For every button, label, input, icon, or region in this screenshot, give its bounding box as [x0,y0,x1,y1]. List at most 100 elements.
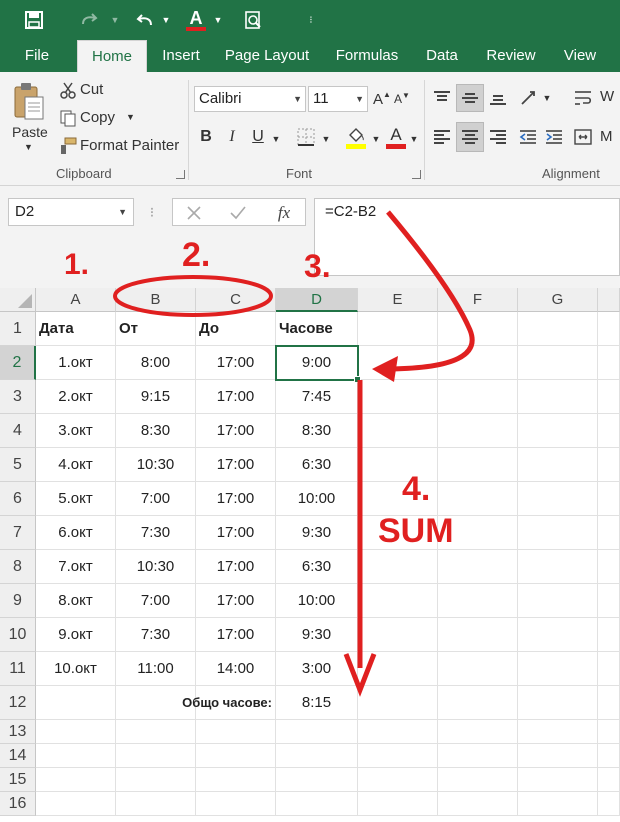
italic-button[interactable]: I [222,124,242,150]
cell-c1[interactable]: До [196,312,276,346]
cell[interactable] [598,482,620,516]
row-header-5[interactable]: 5 [0,448,36,482]
cell[interactable] [598,448,620,482]
cell[interactable] [518,414,598,448]
row-header-4[interactable]: 4 [0,414,36,448]
total-value-cell[interactable]: 8:15 [276,686,358,720]
merge-center-icon[interactable] [572,124,594,150]
cell[interactable] [358,380,438,414]
column-header-d[interactable]: D [276,288,358,312]
align-right-icon[interactable] [486,124,510,150]
cell-a11[interactable]: 10.окт [36,652,116,686]
orientation-icon[interactable] [516,86,542,110]
font-size-dropdown[interactable]: 11 ▼ [308,86,368,112]
row-header-2[interactable]: 2 [0,346,36,380]
cell[interactable] [438,550,518,584]
cell[interactable] [598,346,620,380]
tab-view[interactable]: View [556,40,604,72]
tab-home[interactable]: Home [77,40,147,73]
cell[interactable] [518,618,598,652]
cell-c6[interactable]: 17:00 [196,482,276,516]
cell-a10[interactable]: 9.окт [36,618,116,652]
cell[interactable] [518,768,598,792]
cut-icon[interactable] [58,80,78,100]
cell-b3[interactable]: 9:15 [116,380,196,414]
column-header-a[interactable]: A [36,288,116,312]
clipboard-launcher-icon[interactable] [176,170,185,179]
column-header-f[interactable]: F [438,288,518,312]
cell[interactable] [598,312,620,346]
cell-b9[interactable]: 7:00 [116,584,196,618]
cell-d1[interactable]: Часове [276,312,358,346]
increase-indent-icon[interactable] [542,124,566,150]
cell[interactable] [438,792,518,816]
cell-a1[interactable]: Дата [36,312,116,346]
cell[interactable] [438,584,518,618]
cell[interactable] [438,482,518,516]
cell-b10[interactable]: 7:30 [116,618,196,652]
cell-a6[interactable]: 5.окт [36,482,116,516]
increase-font-icon[interactable]: A ▲ [372,86,392,112]
cell[interactable] [196,720,276,744]
cell[interactable] [276,768,358,792]
column-header-g[interactable]: G [518,288,598,312]
fill-handle[interactable] [354,376,361,383]
orientation-dropdown-icon[interactable]: ▼ [542,88,552,108]
cell-b5[interactable]: 10:30 [116,448,196,482]
cell-a7[interactable]: 6.окт [36,516,116,550]
cell[interactable] [438,720,518,744]
align-middle-icon[interactable] [456,84,484,112]
cell[interactable] [196,792,276,816]
row-header-14[interactable]: 14 [0,744,36,768]
formula-input[interactable]: =C2-B2 [314,198,620,276]
cell[interactable] [196,768,276,792]
underline-dropdown-icon[interactable]: ▼ [270,126,282,152]
column-header-c[interactable]: C [196,288,276,312]
cell[interactable] [518,584,598,618]
cell-a4[interactable]: 3.окт [36,414,116,448]
total-label-cell[interactable]: Общо часове: [182,686,276,720]
cell[interactable] [438,414,518,448]
cell[interactable] [358,744,438,768]
cell[interactable] [116,720,196,744]
cell-a8[interactable]: 7.окт [36,550,116,584]
cell[interactable] [36,720,116,744]
cell[interactable] [438,312,518,346]
cell[interactable] [598,618,620,652]
row-header-11[interactable]: 11 [0,652,36,686]
print-preview-icon[interactable] [240,6,266,34]
cell-c4[interactable]: 17:00 [196,414,276,448]
cell[interactable] [358,686,438,720]
cell-b6[interactable]: 7:00 [116,482,196,516]
cell[interactable] [276,744,358,768]
align-left-icon[interactable] [430,124,454,150]
select-all-corner[interactable] [0,288,36,312]
cell-b4[interactable]: 8:30 [116,414,196,448]
cell-b8[interactable]: 10:30 [116,550,196,584]
underline-button[interactable]: U [248,124,268,150]
cell[interactable] [358,720,438,744]
cell[interactable] [598,792,620,816]
row-header-3[interactable]: 3 [0,380,36,414]
copy-dropdown-icon[interactable]: ▼ [126,112,135,122]
cell[interactable] [358,584,438,618]
cell[interactable] [116,768,196,792]
cell[interactable] [358,414,438,448]
cell[interactable] [598,516,620,550]
cell-a3[interactable]: 2.окт [36,380,116,414]
paste-dropdown-icon[interactable]: ▼ [24,142,33,152]
cell[interactable] [438,686,518,720]
tab-page-layout[interactable]: Page Layout [218,40,316,72]
row-header-16[interactable]: 16 [0,792,36,816]
cut-button[interactable]: Cut [80,81,103,98]
align-bottom-icon[interactable] [486,86,510,110]
undo-dropdown-icon[interactable]: ▼ [160,6,172,34]
cell[interactable] [438,652,518,686]
cell-c9[interactable]: 17:00 [196,584,276,618]
cell[interactable] [358,652,438,686]
cell-b2[interactable]: 8:00 [116,346,196,380]
column-header-e[interactable]: E [358,288,438,312]
cell-c11[interactable]: 14:00 [196,652,276,686]
cell[interactable] [438,380,518,414]
cell[interactable] [36,686,116,720]
